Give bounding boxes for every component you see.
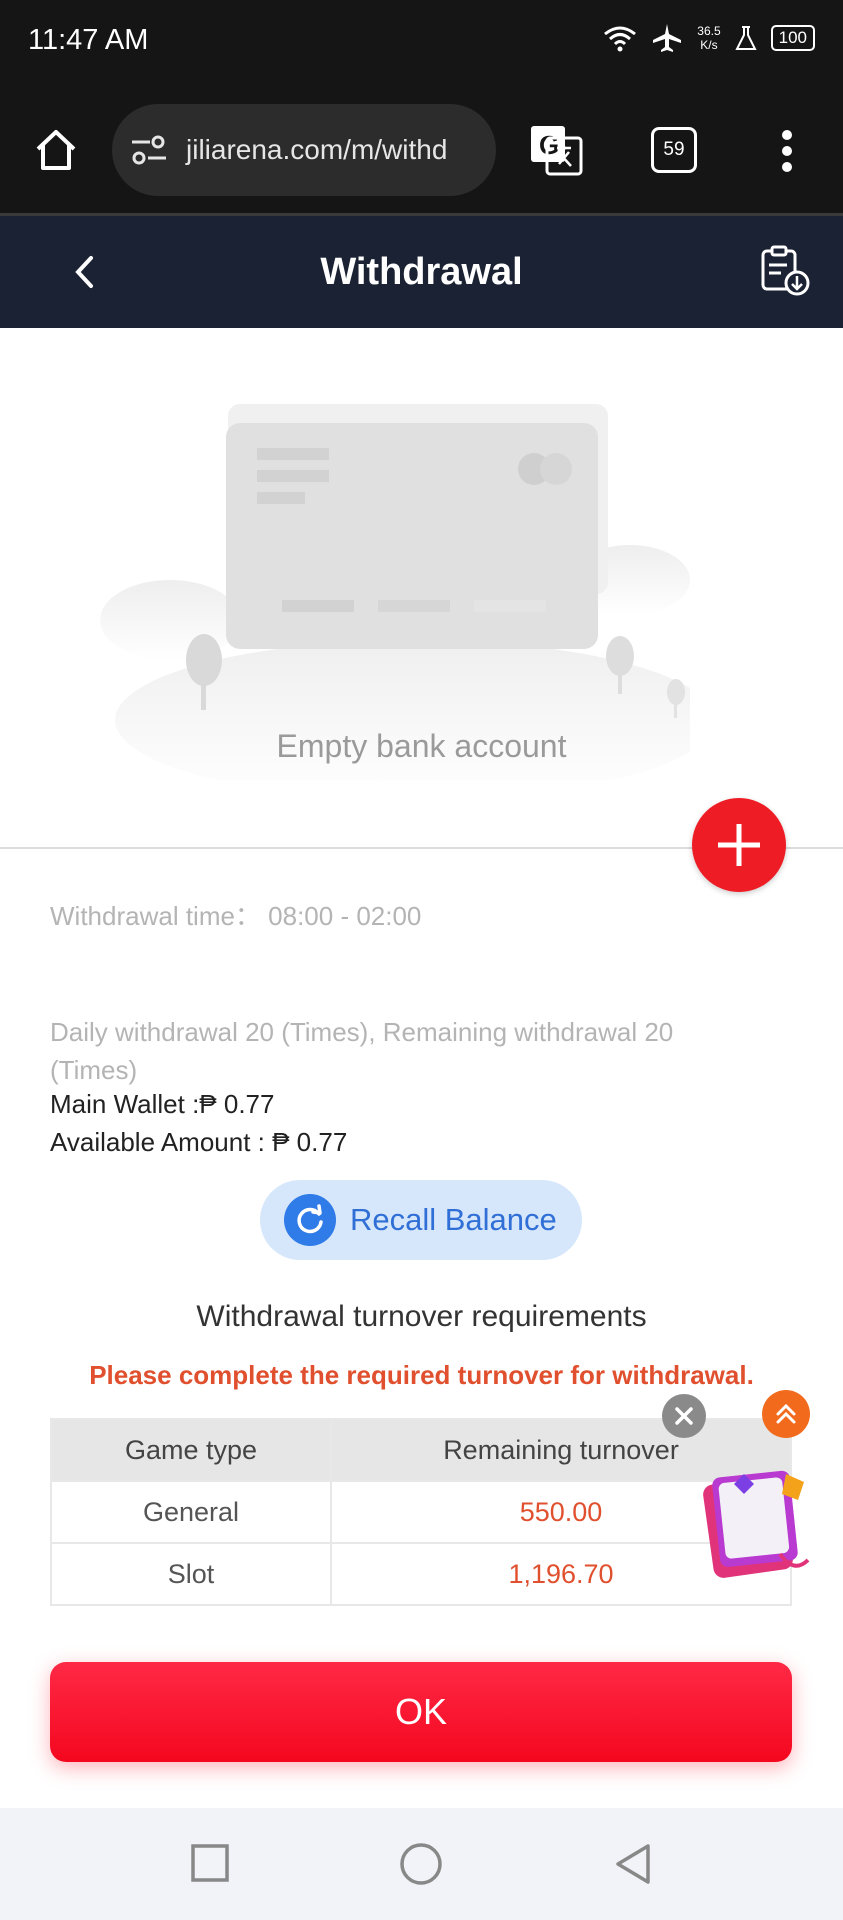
svg-text:G: G [539,130,559,160]
available-amount: Available Amount : ₱ 0.77 [50,1127,348,1157]
page-title: Withdrawal [320,251,523,293]
home-icon[interactable] [28,124,84,176]
battery-indicator: 100 [770,25,815,51]
refresh-icon [284,1194,336,1246]
recall-balance-label[interactable]: Recall Balance [350,1202,557,1238]
flask-icon [735,26,757,50]
column-header-game-type: Game type [50,1418,332,1482]
nav-recents-icon[interactable] [190,1843,230,1883]
table-row: General 550.00 [50,1480,792,1544]
status-time: 11:47 AM [28,24,149,56]
turnover-table: Game type Remaining turnover General 550… [50,1418,792,1606]
game-type-cell: General [50,1480,332,1544]
gift-icon[interactable] [694,1464,816,1582]
nav-home-icon[interactable] [398,1841,444,1887]
airplane-icon [653,24,682,52]
network-speed: 36.5 K/s [697,24,721,52]
site-settings-icon[interactable] [130,133,168,167]
turnover-warning: Please complete the required turnover fo… [89,1360,754,1390]
close-icon[interactable] [662,1394,706,1438]
game-type-cell: Slot [50,1542,332,1606]
plus-icon [718,824,760,866]
tabs-icon[interactable]: 59 [650,126,698,174]
url-text[interactable]: jiliarena.com/m/withd [186,134,447,166]
recall-balance-button[interactable]: Recall Balance [260,1180,582,1260]
withdrawal-time: Withdrawal time： 08:00 - 02:00 [50,901,422,931]
daily-withdrawal-limit: Daily withdrawal 20 (Times), Remaining w… [50,1017,674,1085]
records-icon[interactable] [756,242,812,298]
nav-back-icon[interactable] [612,1842,654,1886]
tab-count[interactable]: 59 [651,127,697,173]
url-bar[interactable]: jiliarena.com/m/withd [112,104,496,196]
add-bank-account-button[interactable] [692,798,786,892]
translate-icon[interactable]: G [528,122,584,178]
empty-card-illustration [100,404,690,780]
scroll-top-icon[interactable] [762,1390,810,1438]
empty-bank-text: Empty bank account [276,728,567,764]
main-wallet: Main Wallet :₱ 0.77 [50,1089,275,1119]
more-icon[interactable] [770,126,804,176]
wifi-icon [604,26,637,52]
turnover-title: Withdrawal turnover requirements [196,1300,647,1333]
ok-button[interactable]: OK [50,1662,792,1762]
status-icons: 36.5 K/s 100 [603,22,815,54]
table-row: Slot 1,196.70 [50,1542,792,1606]
